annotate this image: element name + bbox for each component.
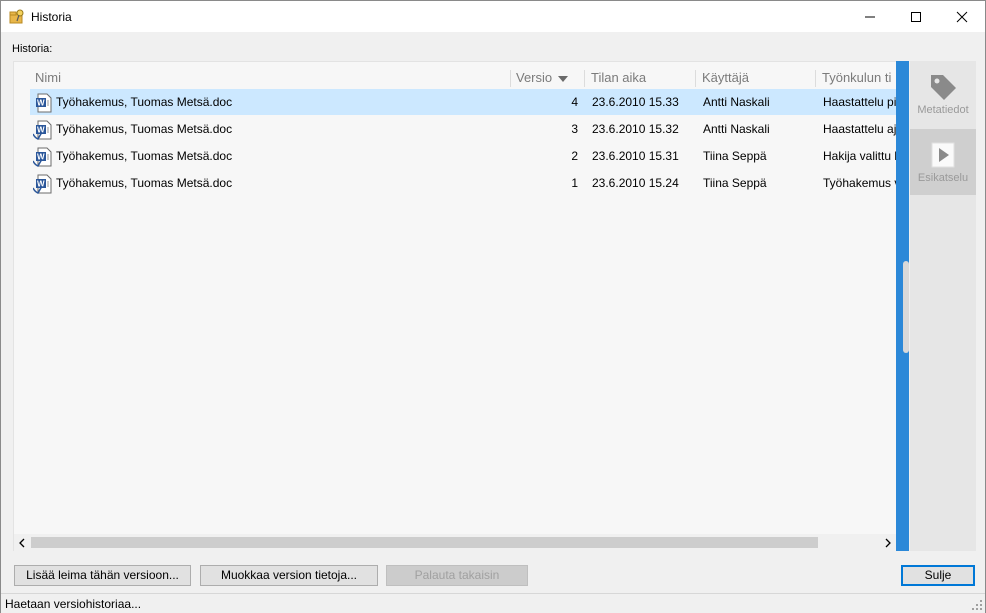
maximize-button[interactable] [893,1,939,32]
version-history-list[interactable]: Nimi Versio Tilan aika Käyttäjä Työnkulu… [13,61,897,551]
tag-icon [927,71,959,103]
close-icon [956,11,968,22]
sort-descending-icon [558,75,569,82]
table-row[interactable]: W Työhakemus, Tuomas Metsä.doc 1 23.6.20… [30,170,896,196]
cell-version: 1 [571,176,578,190]
cell-name: Työhakemus, Tuomas Metsä.doc [56,149,233,163]
table-row[interactable]: W Työhakemus, Tuomas Metsä.doc 4 23.6.20… [30,89,896,115]
column-separator[interactable] [510,70,511,87]
add-label-button[interactable]: Lisää leima tähän versioon... [14,565,191,586]
maximize-icon [911,11,921,22]
word-document-checked-icon: W [32,174,53,194]
column-header-name[interactable]: Nimi [35,67,505,89]
close-button[interactable]: Sulje [901,565,975,586]
cell-time: 23.6.2010 15.24 [592,176,679,190]
tab-label: Esikatselu [917,172,969,184]
cell-user: Antti Naskali [703,122,770,136]
chevron-left-icon [19,538,25,547]
minimize-button[interactable] [847,1,893,32]
restore-button[interactable]: Palauta takaisin [386,565,528,586]
column-separator[interactable] [815,70,816,87]
cell-version: 4 [571,95,578,109]
column-header-version[interactable]: Versio [516,67,582,89]
word-document-checked-icon: W [32,147,53,167]
tab-label: Metatiedot [917,104,969,116]
edit-version-button[interactable]: Muokkaa version tietoja... [200,565,378,586]
cell-time: 23.6.2010 15.33 [592,95,679,109]
column-header-user[interactable]: Käyttäjä [702,67,812,89]
side-panel: Metatiedot Esikatselu [910,61,976,551]
column-separator[interactable] [695,70,696,87]
folder-key-icon [9,9,25,25]
column-header-label: Nimi [35,70,61,85]
column-separator[interactable] [584,70,585,87]
horizontal-scrollbar[interactable] [14,534,896,551]
scroll-right-button[interactable] [882,536,894,549]
column-header-workflow[interactable]: Työnkulun ti [822,67,896,89]
tab-esikatselu[interactable]: Esikatselu [910,129,976,195]
cell-workflow: Hakija valittu l [823,149,896,163]
historia-window: Historia Historia: Nimi Versio Tilan aik… [0,0,986,613]
table-row[interactable]: W Työhakemus, Tuomas Metsä.doc 2 23.6.20… [30,143,896,169]
window-title: Historia [31,10,72,24]
word-document-icon: W [33,93,53,113]
cell-time: 23.6.2010 15.31 [592,149,679,163]
tab-metatiedot[interactable]: Metatiedot [910,61,976,127]
cell-time: 23.6.2010 15.32 [592,122,679,136]
cell-name: Työhakemus, Tuomas Metsä.doc [56,122,233,136]
title-bar[interactable]: Historia [1,1,985,32]
cell-workflow: Haastattelu aj [823,122,896,136]
svg-text:W: W [37,99,45,108]
section-label: Historia: [12,43,53,55]
play-icon [927,139,959,171]
scrollbar-thumb[interactable] [31,537,818,548]
column-header-label: Versio [516,70,553,85]
cell-version: 2 [571,149,578,163]
close-window-button[interactable] [939,1,985,32]
table-row[interactable]: W Työhakemus, Tuomas Metsä.doc 3 23.6.20… [30,116,896,142]
list-header: Nimi Versio Tilan aika Käyttäjä Työnkulu… [14,67,896,89]
column-header-label: Käyttäjä [702,70,749,85]
cell-user: Tiina Seppä [703,176,767,190]
scroll-left-button[interactable] [16,536,28,549]
cell-name: Työhakemus, Tuomas Metsä.doc [56,176,233,190]
chevron-right-icon [885,538,891,547]
cell-user: Tiina Seppä [703,149,767,163]
column-header-time[interactable]: Tilan aika [591,67,691,89]
status-text: Haetaan versiohistoriaa... [5,597,142,611]
column-header-label: Tilan aika [591,70,647,85]
word-document-checked-icon: W [32,120,53,140]
minimize-icon [865,16,875,17]
column-header-label: Työnkulun ti [822,70,892,85]
cell-name: Työhakemus, Tuomas Metsä.doc [56,95,233,109]
status-bar: Haetaan versiohistoriaa... [1,593,985,613]
resize-grip-icon[interactable] [971,599,983,611]
cell-version: 3 [571,122,578,136]
cell-workflow: Haastattelu pi [823,95,896,109]
side-panel-resize-handle[interactable] [903,261,909,353]
cell-workflow: Työhakemus v [823,176,896,190]
cell-user: Antti Naskali [703,95,770,109]
